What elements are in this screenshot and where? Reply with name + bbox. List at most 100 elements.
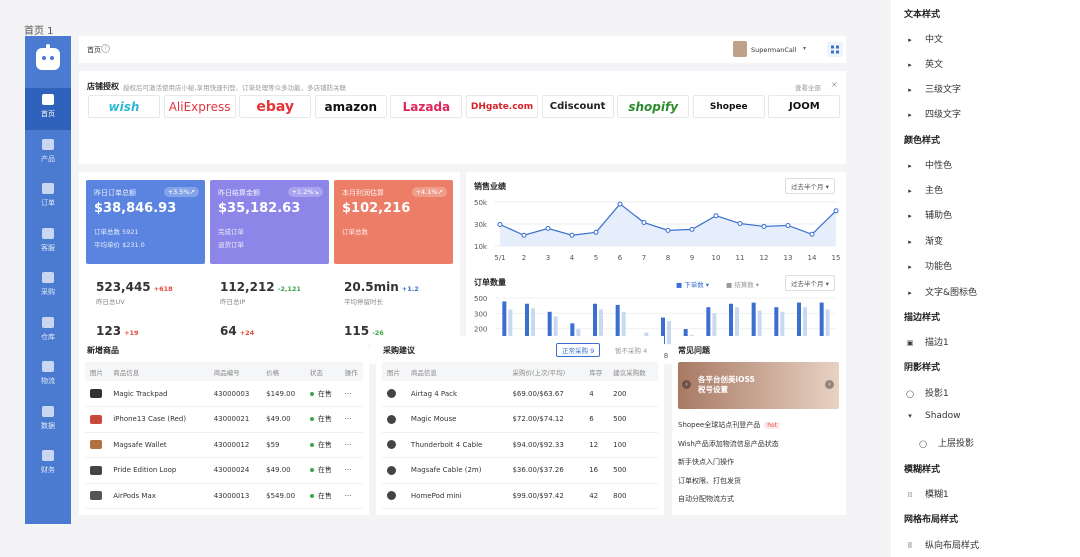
panel-item[interactable]: ▣ 描边1 (905, 335, 949, 348)
expand-icon: ▸ (908, 263, 912, 271)
faq-item[interactable]: 新手快点入门操作 (678, 457, 734, 467)
legend-settled[interactable]: ■ 结算数 ▾ (726, 279, 759, 289)
platform-3[interactable]: amazon (314, 95, 387, 118)
stock: 12 (584, 432, 609, 458)
platform-5[interactable]: DHgate.com (466, 95, 538, 118)
panel-item[interactable]: ▸ 三级文字 (905, 82, 961, 95)
table-row[interactable]: Pride Edition Loop 43000024 $49.00 在售 ··· (85, 457, 363, 484)
more-actions-button[interactable]: ··· (339, 483, 363, 509)
table-row[interactable]: AirPods Max 43000013 $549.00 在售 ··· (85, 483, 363, 509)
more-actions-button[interactable]: ··· (339, 406, 363, 433)
panel-item[interactable]: ▸ 四级文字 (905, 107, 961, 120)
style-panel: 文本样式 ▸ 中文 ▸ 英文 ▸ 三级文字 ▸ 四级文字 颜色样式 ▸ 中性色 ▸ 主色 ▸ 辅助色 ▸ 渐变 ▸ 功… (891, 0, 1080, 557)
sidebar-item-3[interactable]: 客服 (25, 222, 71, 264)
more-actions-button[interactable]: ··· (339, 381, 363, 407)
panel-item[interactable]: ▸ 文字&图标色 (905, 285, 977, 298)
store-auth-card: 店铺授权 授权后可激活使用店小秘,享用快速刊登、订单处理等众多功能，多店铺防关联… (79, 71, 846, 164)
faq-item[interactable]: 自动分配物流方式 (678, 494, 734, 504)
panel-item[interactable]: ▸ 辅助色 (905, 208, 952, 221)
chevron-right-icon[interactable]: › (825, 380, 834, 389)
sidebar-item-1[interactable]: 产品 (25, 133, 71, 175)
product-name: Airtag 4 Pack (405, 381, 508, 407)
table-row[interactable]: Magsafe Wallet 43000012 $59 在售 ··· (85, 432, 363, 458)
more-actions-button[interactable]: ··· (339, 432, 363, 458)
panel-item[interactable]: ⠿ 纵向布局样式 (905, 538, 979, 551)
platform-1[interactable]: AliExpress (163, 95, 236, 118)
view-all-link[interactable]: 查看全部 (795, 82, 821, 92)
faq-item[interactable]: Wish产品添加物流信息产品状态 (678, 439, 779, 449)
panel-item[interactable]: ▸ 英文 (905, 57, 943, 70)
sales-point (665, 227, 671, 233)
table-row[interactable]: Airtag 4 Pack $69.00/$63.67 4 200 (382, 381, 658, 407)
more-actions-button[interactable]: ··· (339, 457, 363, 484)
panel-item[interactable]: ▸ 中性色 (905, 158, 952, 171)
table-row[interactable]: Thunderbolt 4 Cable $94.00/$92.33 12 100 (382, 432, 658, 458)
sidebar-item-6[interactable]: 物流 (25, 355, 71, 397)
sidebar-item-0[interactable]: 首页 (25, 88, 71, 130)
legend-orders[interactable]: ■ 下单数 ▾ (676, 279, 709, 289)
y-tick-label: 300 (474, 310, 487, 318)
tab-no-purchase[interactable]: 暂不采购 4 (615, 345, 647, 355)
column-header: 建议采购数 (608, 362, 658, 381)
expand-icon: ▣ (906, 339, 914, 347)
platform-8[interactable]: Shopee (692, 95, 765, 118)
sales-range-select[interactable]: 过去半个月 ▾ (785, 178, 835, 194)
panel-item[interactable]: ▾ Shadow (905, 411, 960, 421)
avatar[interactable] (733, 41, 747, 57)
panel-item[interactable]: ▸ 主色 (905, 183, 943, 196)
panel-item-label: 纵向布局样式 (925, 541, 980, 551)
tab-normal-purchase[interactable]: 正常采购 9 (556, 343, 601, 357)
chevron-down-icon[interactable]: ▾ (803, 45, 806, 52)
stat-delta: -2,121 (277, 285, 301, 293)
faq-item[interactable]: Shopee全球站点刊登产品 hot (678, 420, 781, 430)
panel-item[interactable]: ▸ 渐变 (905, 234, 943, 247)
sidebar-item-5[interactable]: 仓库 (25, 311, 71, 353)
faq-item-label: 新手快点入门操作 (678, 458, 734, 466)
platform-6[interactable]: Cdiscount (541, 95, 614, 118)
close-icon[interactable]: × (831, 80, 838, 89)
faq-item[interactable]: 订单权限、打包发货 (678, 476, 741, 486)
chevron-left-icon[interactable]: ‹ (682, 380, 691, 389)
kpi-tile-1[interactable]: 昨日结算金额 $35,182.63 完成订单 退货订单 +1.2%↘ (210, 180, 329, 264)
orders-range-select[interactable]: 过去半个月 ▾ (785, 275, 835, 291)
faq-banner[interactable]: 各平台创美iOSS 税号设置 ‹ › (678, 362, 839, 409)
table-row[interactable]: HomePod mini $99.00/$97.42 42 800 (382, 483, 658, 509)
panel-item-label: 模糊1 (925, 490, 949, 500)
stat-value: 20.5min (344, 280, 399, 294)
panel-item[interactable]: ⁞⁞ 模糊1 (905, 487, 949, 500)
app-grid-button[interactable] (827, 42, 843, 57)
panel-item-label: 上层投影 (938, 439, 975, 449)
platform-4[interactable]: Lazada (390, 95, 463, 118)
table-row[interactable]: Magic Trackpad 43000003 $149.00 在售 ··· (85, 381, 363, 407)
sidebar-item-8[interactable]: 财务 (25, 444, 71, 486)
panel-item[interactable]: ▸ 中文 (905, 32, 943, 45)
sidebar-item-7[interactable]: 数据 (25, 400, 71, 442)
platform-0[interactable]: wish (88, 95, 160, 118)
kpi-tile-0[interactable]: 昨日订单总额 $38,846.93 订单总数 5921 平均单价 $231.0 +3.5… (86, 180, 205, 264)
expand-icon: ▸ (908, 187, 912, 195)
sidebar-item-4[interactable]: 采购 (25, 266, 71, 308)
breadcrumb[interactable]: 首页 (87, 45, 101, 55)
platform-9[interactable]: JOOM (768, 95, 841, 118)
panel-item-label: 三级文字 (925, 85, 962, 95)
panel-item[interactable]: ◯ 投影1 (905, 386, 949, 399)
store-auth-desc: 授权后可激活使用店小秘,享用快速刊登、订单处理等众多功能，多店铺防关联 (123, 84, 347, 92)
sidebar-item-2[interactable]: 订单 (25, 177, 71, 219)
table-row[interactable]: Magic Mouse $72.00/$74.12 6 500 (382, 406, 658, 433)
help-circle-icon[interactable]: ? (101, 44, 110, 53)
hot-badge: hot (764, 422, 781, 429)
robot-logo-icon[interactable] (36, 44, 60, 70)
sidebar: 首页 产品 订单 客服采购仓库 物流 数据 财务 (25, 36, 71, 524)
x-tick-label: 4 (570, 254, 575, 262)
table-row[interactable]: iPhone13 Case (Red) 43000021 $49.00 在售 ··· (85, 406, 363, 433)
x-tick-label: 8 (664, 352, 668, 360)
platform-2[interactable]: ebay (239, 95, 312, 118)
panel-item[interactable]: ◯ 上层投影 (918, 436, 974, 449)
table-row[interactable]: Magsafe Cable (2m) $36.00/$37.26 16 500 (382, 457, 658, 484)
panel-item[interactable]: ▸ 功能色 (905, 259, 952, 272)
platform-7[interactable]: shopify (617, 95, 690, 118)
kpi-tile-2[interactable]: 本月利润估算 $102,216 订单总数 +4.1%↗ (334, 180, 453, 264)
sidebar-item-label: 采购 (41, 288, 55, 296)
stat-label: 昨日总IP (220, 298, 246, 306)
username[interactable]: SupermanCall (751, 46, 797, 54)
